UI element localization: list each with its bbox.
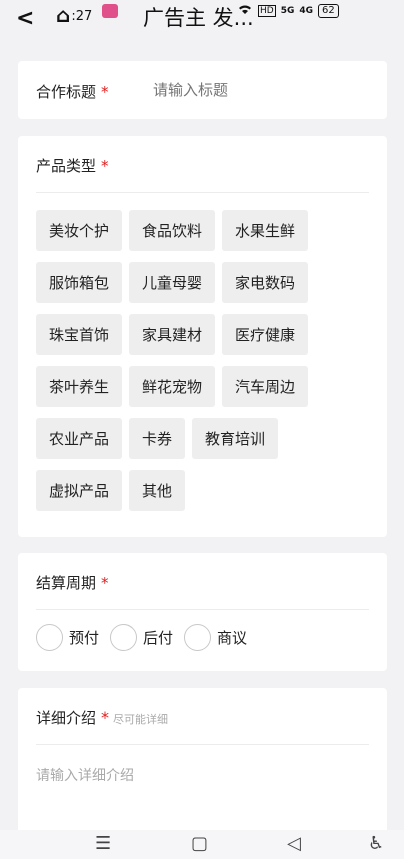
hd-badge: HD <box>258 4 276 17</box>
divider <box>36 744 369 745</box>
product-type-chip[interactable]: 其他 <box>129 470 186 511</box>
signal-4g-icon: 4G <box>299 5 314 16</box>
details-textarea[interactable]: 请输入详细介绍 <box>36 765 134 785</box>
product-type-chip[interactable]: 卡券 <box>129 418 186 459</box>
radio-label: 商议 <box>217 629 248 647</box>
navigation-bar: ☰ ▢ ◁ ♿ <box>0 830 404 859</box>
radio-label: 后付 <box>143 629 174 647</box>
menu-icon[interactable]: ☰ <box>95 833 111 854</box>
radio-circle[interactable] <box>110 624 138 651</box>
product-type-chip[interactable]: 医疗健康 <box>222 314 309 355</box>
home-button-icon[interactable]: ▢ <box>191 833 208 854</box>
signal-5g-icon: 5G <box>280 5 295 16</box>
required-mark: * <box>101 157 109 175</box>
required-mark: * <box>101 83 109 101</box>
product-type-chip[interactable]: 教育培训 <box>192 418 279 459</box>
product-type-chip[interactable]: 食品饮料 <box>129 210 216 251</box>
details-card: 详细介绍 * 尽可能详细 请输入详细介绍 <box>18 688 387 838</box>
divider <box>36 192 369 193</box>
status-time: ⌂ :27 <box>56 3 92 27</box>
battery-icon: 62 <box>318 3 339 18</box>
settlement-radio-group: 预付 后付 商议 <box>36 624 258 651</box>
settlement-card: 结算周期 * 预付 后付 商议 <box>18 553 387 671</box>
settlement-radio-prepay[interactable]: 预付 <box>36 624 99 651</box>
settlement-radio-negotiate[interactable]: 商议 <box>184 624 247 651</box>
product-type-chip[interactable]: 服饰箱包 <box>36 262 123 303</box>
product-type-chip[interactable]: 鲜花宠物 <box>129 366 216 407</box>
back-button-icon[interactable]: ◁ <box>287 833 301 854</box>
settlement-radio-postpay[interactable]: 后付 <box>110 624 173 651</box>
settlement-label: 结算周期 * <box>36 574 109 592</box>
cooperation-title-input[interactable] <box>153 81 353 99</box>
divider <box>36 609 369 610</box>
details-label-line: 详细介绍 * 尽可能详细 <box>36 707 168 728</box>
radio-circle[interactable] <box>36 624 63 651</box>
required-mark: * <box>101 574 109 592</box>
cooperation-title-card: 合作标题 * <box>18 61 387 119</box>
app-notification-icon <box>102 4 118 18</box>
product-type-chip[interactable]: 茶叶养生 <box>36 366 123 407</box>
product-type-chip[interactable]: 家电数码 <box>222 262 309 303</box>
accessibility-icon[interactable]: ♿ <box>368 833 384 854</box>
system-icons: HD 5G 4G 62 <box>237 3 339 18</box>
details-hint: 尽可能详细 <box>113 713 169 726</box>
radio-circle[interactable] <box>184 624 212 651</box>
product-type-chip[interactable]: 美妆个护 <box>36 210 123 251</box>
product-type-chip[interactable]: 汽车周边 <box>222 366 309 407</box>
product-type-chip[interactable]: 农业产品 <box>36 418 123 459</box>
product-type-options: 美妆个护 食品饮料 水果生鲜 服饰箱包 儿童母婴 家电数码 珠宝首饰 家具建材 … <box>36 210 356 522</box>
status-bar: < ⌂ :27 广告主 发... HD 5G 4G 62 <box>0 0 404 40</box>
time-text: :27 <box>71 8 93 24</box>
home-icon: ⌂ <box>56 3 71 27</box>
product-type-chip[interactable]: 水果生鲜 <box>222 210 309 251</box>
details-label: 详细介绍 <box>36 709 97 727</box>
back-arrow-icon[interactable]: < <box>16 6 34 31</box>
radio-label: 预付 <box>69 629 100 647</box>
wifi-icon <box>237 3 253 18</box>
required-mark: * <box>101 708 110 727</box>
product-type-chip[interactable]: 虚拟产品 <box>36 470 123 511</box>
cooperation-title-label: 合作标题 * <box>36 83 109 101</box>
product-type-label: 产品类型 * <box>36 157 109 175</box>
product-type-card: 产品类型 * 美妆个护 食品饮料 水果生鲜 服饰箱包 儿童母婴 家电数码 珠宝首饰… <box>18 136 387 537</box>
product-type-chip[interactable]: 儿童母婴 <box>129 262 216 303</box>
product-type-chip[interactable]: 家具建材 <box>129 314 216 355</box>
product-type-chip[interactable]: 珠宝首饰 <box>36 314 123 355</box>
